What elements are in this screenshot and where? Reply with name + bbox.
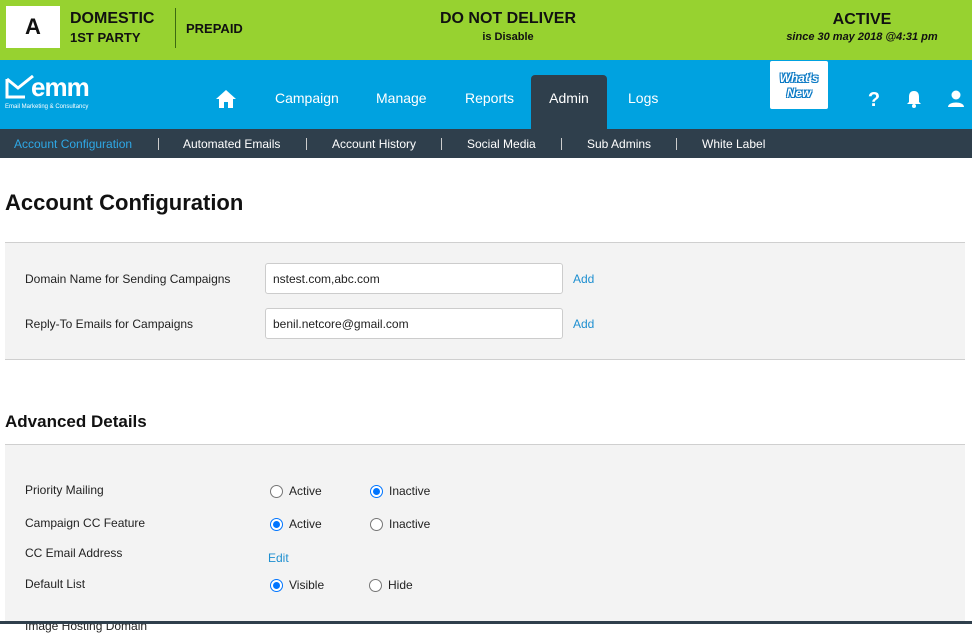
advanced-details-title: Advanced Details: [5, 412, 147, 431]
admin-sub-navigation: Account Configuration Automated Emails A…: [0, 129, 972, 158]
cc-email-label: CC Email Address: [25, 546, 123, 560]
radio-label: Inactive: [389, 517, 431, 531]
nav-logs[interactable]: Logs: [628, 90, 658, 106]
radio-label: Hide: [388, 578, 413, 592]
campaign-cc-label: Campaign CC Feature: [25, 516, 146, 530]
radio-indicator-selected: [370, 484, 383, 498]
subnav-white-label[interactable]: White Label: [702, 137, 765, 151]
radio-label: Active: [289, 484, 322, 498]
radio-indicator-selected: [270, 517, 283, 531]
domain-name-label: Domain Name for Sending Campaigns: [25, 272, 231, 286]
bell-icon[interactable]: [904, 88, 924, 110]
logo-tagline: Email Marketing & Consultancy: [5, 104, 89, 110]
cc-email-edit-link[interactable]: Edit: [268, 551, 289, 565]
priority-active-radio[interactable]: Active: [270, 484, 322, 498]
subnav-account-history[interactable]: Account History: [332, 137, 416, 151]
help-icon[interactable]: ?: [864, 88, 884, 110]
emm-logo[interactable]: emm Email Marketing & Consultancy: [5, 72, 115, 115]
radio-indicator: [270, 484, 283, 498]
reply-to-input[interactable]: [265, 308, 563, 339]
default-list-hide-radio[interactable]: Hide: [369, 578, 413, 592]
nav-admin-label: Admin: [549, 90, 589, 106]
radio-label: Visible: [289, 578, 325, 592]
radio-label: Active: [289, 517, 322, 531]
reply-to-label: Reply-To Emails for Campaigns: [25, 317, 194, 331]
subnav-automated-emails[interactable]: Automated Emails: [183, 137, 280, 151]
default-list-label: Default List: [25, 577, 86, 591]
radio-indicator: [370, 517, 383, 531]
account-active-label: ACTIVE: [832, 11, 892, 28]
default-list-visible-radio[interactable]: Visible: [270, 578, 324, 592]
account-grade-badge: A: [6, 6, 60, 48]
cc-inactive-radio[interactable]: Inactive: [370, 517, 430, 531]
subnav-separator: [158, 138, 159, 150]
subnav-sub-admins[interactable]: Sub Admins: [587, 137, 651, 151]
account-status-bar: A DOMESTIC 1ST PARTY PREPAID DO NOT DELI…: [0, 0, 972, 60]
account-active-since: since 30 may 2018 @4:31 pm: [786, 31, 938, 43]
user-icon[interactable]: [946, 88, 966, 110]
advanced-details-panel: Priority Mailing Active Inactive Campaig…: [5, 444, 965, 633]
status-divider: [175, 8, 176, 48]
radio-indicator-selected: [270, 578, 283, 592]
radio-indicator: [369, 578, 382, 592]
subnav-separator: [676, 138, 677, 150]
whats-new-line1: What's: [779, 71, 819, 85]
domain-name-input[interactable]: [265, 263, 563, 294]
subnav-account-configuration[interactable]: Account Configuration: [14, 137, 132, 151]
account-party-label: 1ST PARTY: [70, 30, 141, 45]
nav-reports[interactable]: Reports: [465, 90, 514, 106]
svg-text:?: ?: [868, 89, 880, 110]
radio-label: Inactive: [389, 484, 431, 498]
nav-campaign[interactable]: Campaign: [275, 90, 339, 106]
main-navigation: emm Email Marketing & Consultancy Campai…: [0, 60, 972, 129]
page-title: Account Configuration: [5, 190, 244, 215]
cc-active-radio[interactable]: Active: [270, 517, 322, 531]
logo-text: emm: [31, 72, 90, 102]
delivery-status-subtext: is Disable: [482, 31, 534, 43]
add-domain-link[interactable]: Add: [573, 272, 594, 286]
nav-admin[interactable]: Admin: [531, 75, 607, 129]
whats-new-button[interactable]: What's New: [770, 61, 828, 109]
whats-new-line2: New: [786, 86, 812, 100]
subnav-social-media[interactable]: Social Media: [467, 137, 536, 151]
nav-manage[interactable]: Manage: [376, 90, 427, 106]
subnav-separator: [306, 138, 307, 150]
account-config-panel: Domain Name for Sending Campaigns Add Re…: [5, 242, 965, 360]
delivery-status-label: DO NOT DELIVER: [439, 10, 576, 27]
subnav-separator: [441, 138, 442, 150]
subnav-separator: [561, 138, 562, 150]
add-reply-to-link[interactable]: Add: [573, 317, 594, 331]
home-icon[interactable]: [215, 89, 237, 109]
billing-type-label: PREPAID: [186, 21, 243, 36]
priority-mailing-label: Priority Mailing: [25, 483, 104, 497]
account-type-label: DOMESTIC: [70, 10, 155, 27]
priority-inactive-radio[interactable]: Inactive: [370, 484, 430, 498]
